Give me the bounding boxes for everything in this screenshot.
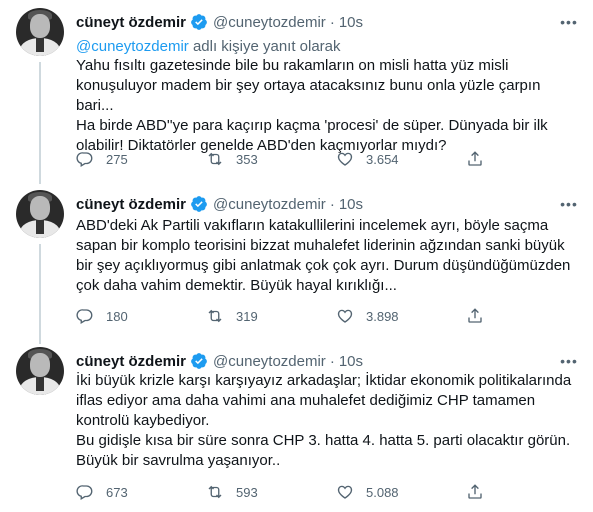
retweet-count: 319 xyxy=(236,308,258,324)
reply-button[interactable]: 673 xyxy=(76,483,206,501)
tweet-header: cüneyt özdemir @cuneytozdemir · 10s xyxy=(76,194,363,214)
share-button[interactable] xyxy=(466,483,496,501)
retweet-icon xyxy=(208,309,222,323)
reply-count: 673 xyxy=(106,484,128,500)
tweet[interactable]: cüneyt özdemir @cuneytozdemir · 10s ••• … xyxy=(0,6,593,182)
separator-dot: · xyxy=(329,13,335,31)
reply-icon xyxy=(76,152,93,167)
action-bar: 180 319 3.898 xyxy=(76,304,516,328)
share-button[interactable] xyxy=(466,150,496,168)
avatar[interactable] xyxy=(16,8,64,56)
timestamp[interactable]: 10s xyxy=(339,196,363,213)
verified-badge-icon xyxy=(191,196,207,212)
tweet-header: cüneyt özdemir @cuneytozdemir · 10s xyxy=(76,351,363,371)
action-bar: 673 593 5.088 xyxy=(76,480,516,504)
retweet-icon xyxy=(208,152,222,166)
replying-mention[interactable]: @cuneytozdemir xyxy=(76,38,189,55)
tweet[interactable]: cüneyt özdemir @cuneytozdemir · 10s ••• … xyxy=(0,337,593,512)
author-name[interactable]: cüneyt özdemir xyxy=(76,196,186,213)
tweet[interactable]: cüneyt özdemir @cuneytozdemir · 10s ••• … xyxy=(0,176,593,344)
timestamp[interactable]: 10s xyxy=(339,14,363,31)
author-handle[interactable]: @cuneytozdemir xyxy=(213,196,326,213)
retweet-button[interactable]: 353 xyxy=(206,150,336,168)
tweet-header: cüneyt özdemir @cuneytozdemir · 10s xyxy=(76,12,363,32)
thread-line xyxy=(39,176,41,184)
thread-line xyxy=(39,62,41,182)
separator-dot: · xyxy=(329,195,335,213)
author-name[interactable]: cüneyt özdemir xyxy=(76,353,186,370)
author-handle[interactable]: @cuneytozdemir xyxy=(213,14,326,31)
avatar[interactable] xyxy=(16,190,64,238)
author-name[interactable]: cüneyt özdemir xyxy=(76,14,186,31)
more-icon[interactable]: ••• xyxy=(559,351,579,371)
like-icon xyxy=(337,485,353,499)
author-handle[interactable]: @cuneytozdemir xyxy=(213,353,326,370)
tweet-text: Yahu fısıltı gazetesinde bile bu rakamla… xyxy=(76,57,548,154)
like-icon xyxy=(337,309,353,323)
like-button[interactable]: 5.088 xyxy=(336,483,466,501)
like-icon xyxy=(337,152,353,166)
like-count: 5.088 xyxy=(366,484,399,500)
verified-badge-icon xyxy=(191,353,207,369)
verified-badge-icon xyxy=(191,14,207,30)
share-button[interactable] xyxy=(466,307,496,325)
timestamp[interactable]: 10s xyxy=(339,353,363,370)
tweet-text: İki büyük krizle karşı karşıyayız arkada… xyxy=(76,372,572,469)
retweet-count: 353 xyxy=(236,151,258,167)
like-count: 3.898 xyxy=(366,308,399,324)
thread-line xyxy=(39,244,41,344)
reply-icon xyxy=(76,485,93,500)
reply-button[interactable]: 275 xyxy=(76,150,206,168)
reply-count: 180 xyxy=(106,308,128,324)
retweet-button[interactable]: 319 xyxy=(206,307,336,325)
reply-icon xyxy=(76,309,93,324)
retweet-count: 593 xyxy=(236,484,258,500)
retweet-icon xyxy=(208,485,222,499)
more-icon[interactable]: ••• xyxy=(559,12,579,32)
share-icon xyxy=(468,151,482,166)
replying-to: @cuneytozdemir adlı kişiye yanıt olarak xyxy=(76,38,341,55)
like-button[interactable]: 3.898 xyxy=(336,307,466,325)
tweet-text: ABD'deki Ak Partili vakıfların katakulli… xyxy=(76,217,571,294)
share-icon xyxy=(468,308,482,323)
more-icon[interactable]: ••• xyxy=(559,194,579,214)
separator-dot: · xyxy=(329,352,335,370)
action-bar: 275 353 3.654 xyxy=(76,147,516,171)
like-count: 3.654 xyxy=(366,151,399,167)
share-icon xyxy=(468,484,482,499)
retweet-button[interactable]: 593 xyxy=(206,483,336,501)
reply-count: 275 xyxy=(106,151,128,167)
reply-button[interactable]: 180 xyxy=(76,307,206,325)
thread-line xyxy=(39,337,41,343)
replying-suffix: adlı kişiye yanıt olarak xyxy=(188,38,341,55)
like-button[interactable]: 3.654 xyxy=(336,150,466,168)
avatar[interactable] xyxy=(16,347,64,395)
